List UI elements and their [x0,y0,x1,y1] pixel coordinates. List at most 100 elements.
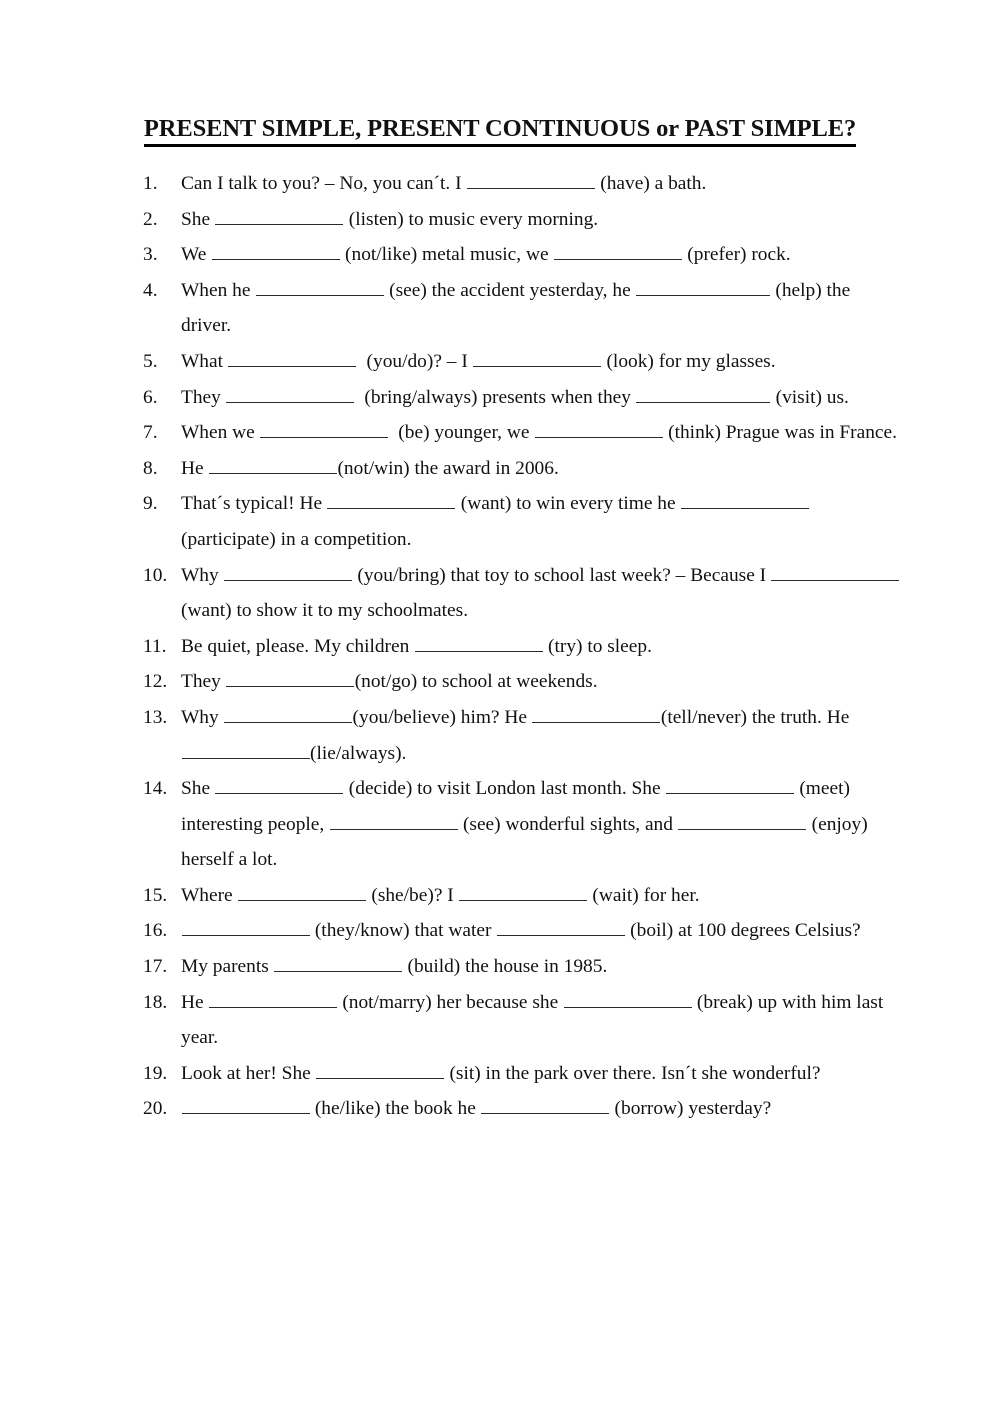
answer-blank[interactable] [473,349,602,367]
question-number: 19. [143,1062,168,1084]
question-text: She (decide) to visit London last month.… [181,771,903,878]
question-text: When he (see) the accident yesterday, he… [181,273,903,344]
answer-blank[interactable] [215,207,344,225]
answer-blank[interactable] [238,883,367,901]
text-segment: Why [181,706,224,728]
answer-blank[interactable] [771,563,900,581]
answer-blank[interactable] [680,492,809,510]
answer-blank[interactable] [224,563,353,581]
answer-blank[interactable] [316,1061,445,1079]
question-number: 5. [143,350,158,372]
answer-blank[interactable] [274,954,403,973]
question-text: She (listen) to music every morning. [181,202,903,238]
answer-blank[interactable] [636,385,771,403]
answer-blank[interactable] [414,634,543,652]
question-text: They (not/go) to school at weekends. [181,664,903,700]
answer-blank[interactable] [665,776,794,795]
question-number: 20. [143,1098,168,1120]
answer-blank[interactable] [208,990,337,1008]
text-segment: When he [181,279,256,301]
question-list: 1. Can I talk to you? – No, you can´t. I … [143,166,903,1127]
answer-blank[interactable] [224,705,353,723]
answer-blank[interactable] [181,1097,310,1115]
question-text: He (not/marry) her because she (break) u… [181,985,903,1056]
question-item: 20. (he/like) the book he (borrow) yeste… [143,1091,903,1127]
text-segment: Look at her! She [181,1062,316,1084]
question-text: (they/know) that water (boil) at 100 deg… [181,913,903,949]
question-text: Why (you/believe) him? He (tell/never) t… [181,700,903,771]
question-number: 2. [143,208,158,230]
answer-blank[interactable] [226,670,355,688]
answer-blank[interactable] [481,1097,610,1115]
question-item: 15. Where (she/be)? I (wait) for her. [143,878,903,914]
question-text: Be quiet, please. My children (try) to s… [181,629,903,665]
question-item: 6. They (bring/always) presents when they… [143,380,903,416]
question-number: 10. [143,564,168,586]
text-segment: We [181,244,212,266]
question-number: 4. [143,279,158,301]
text-segment: (tell/never) the truth. He [660,706,855,728]
question-text: (he/like) the book he (borrow) yesterday… [181,1091,903,1127]
answer-blank[interactable] [496,919,625,937]
question-item: 9. That´s typical! He (want) to win every… [143,486,903,557]
text-segment: Why [181,564,224,586]
answer-blank[interactable] [260,420,389,439]
answer-blank[interactable] [459,883,588,901]
question-item: 18. He (not/marry) her because she (break… [143,985,903,1056]
answer-blank[interactable] [553,243,682,261]
question-text: Can I talk to you? – No, you can´t. I (h… [181,166,903,202]
text-segment: (boil) at 100 degrees Celsius? [625,920,861,942]
question-number: 7. [143,422,158,444]
question-number: 6. [143,386,158,408]
text-segment: (decide) to visit London last month. She [343,778,666,800]
answer-blank[interactable] [255,278,384,296]
answer-blank[interactable] [181,919,310,937]
answer-blank[interactable] [215,776,344,795]
question-item: 19. Look at her! She (sit) in the park ov… [143,1056,903,1092]
text-segment: (wait) for her. [587,884,700,906]
text-segment: What [181,350,228,372]
question-number: 11. [143,635,167,657]
answer-blank[interactable] [636,278,771,296]
text-segment: Can I talk to you? – No, you can´t. I [181,173,467,194]
text-segment: (think) Prague was in France. [663,422,897,444]
text-segment: (have) a bath. [595,173,707,194]
question-item: 16. (they/know) that water (boil) at 100… [143,913,903,949]
answer-blank[interactable] [563,990,692,1008]
answer-blank[interactable] [532,705,661,723]
question-number: 9. [143,493,158,515]
page-title: PRESENT SIMPLE, PRESENT CONTINUOUS or PA… [0,114,1000,148]
question-text: That´s typical! He (want) to win every t… [181,486,903,557]
question-text: My parents (build) the house in 1985. [181,949,903,985]
text-segment: Be quiet, please. My children [181,635,415,657]
question-number: 15. [143,884,168,906]
answer-blank[interactable] [329,812,458,830]
question-number: 12. [143,671,168,693]
text-segment: Where [181,884,238,906]
answer-blank[interactable] [678,812,807,830]
question-item: 10. Why (you/bring) that toy to school la… [143,558,903,629]
question-item: 13. Why (you/believe) him? He (tell/never… [143,700,903,771]
answer-blank[interactable] [228,349,357,367]
question-item: 5. What (you/do)? – I (look) for my glass… [143,344,903,380]
answer-blank[interactable] [466,171,595,189]
text-segment: (you/believe) him? He [352,706,532,728]
text-segment: (borrow) yesterday? [609,1098,772,1120]
question-item: 4. When he (see) the accident yesterday, … [143,273,903,344]
text-segment: (want) to win every time he [455,493,681,515]
worksheet-page: PRESENT SIMPLE, PRESENT CONTINUOUS or PA… [0,0,1000,1413]
question-item: 12. They (not/go) to school at weekends. [143,664,903,700]
question-item: 1. Can I talk to you? – No, you can´t. I … [143,166,903,202]
text-segment: (not/marry) her because she [337,991,564,1013]
question-number: 14. [143,778,168,800]
text-segment: (you/bring) that toy to school last week… [352,564,771,586]
answer-blank[interactable] [181,741,310,759]
question-number: 8. [143,457,158,479]
answer-blank[interactable] [327,492,456,510]
text-segment: (you/do)? – I [356,350,473,372]
answer-blank[interactable] [208,456,337,474]
answer-blank[interactable] [211,243,340,261]
question-item: 11. Be quiet, please. My children (try) t… [143,629,903,665]
answer-blank[interactable] [534,420,663,439]
answer-blank[interactable] [226,385,355,403]
